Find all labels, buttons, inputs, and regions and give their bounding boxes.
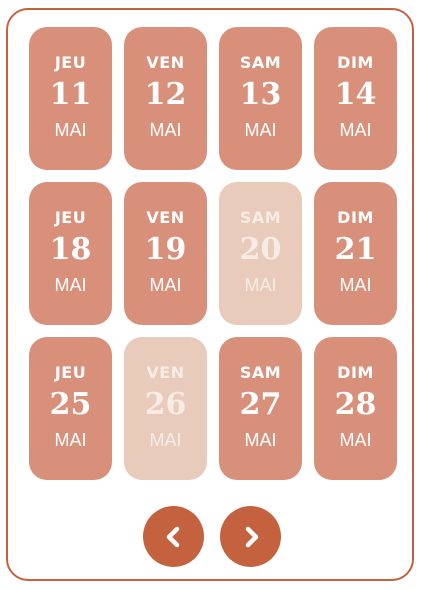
day-card: SAM 20 MAI <box>219 182 302 325</box>
day-weekday-label: VEN <box>146 53 185 72</box>
day-card[interactable]: JEU 25 MAI <box>29 337 112 480</box>
day-number: 19 <box>144 232 187 267</box>
day-weekday-label: JEU <box>54 208 87 227</box>
day-weekday-label: VEN <box>146 363 185 382</box>
day-card[interactable]: DIM 21 MAI <box>314 182 397 325</box>
day-month-label: MAI <box>54 120 87 140</box>
day-month-label: MAI <box>244 430 277 450</box>
day-weekday-label: VEN <box>146 208 185 227</box>
day-number: 20 <box>239 232 282 267</box>
day-weekday-label: JEU <box>54 363 87 382</box>
day-month-label: MAI <box>149 430 182 450</box>
day-month-label: MAI <box>149 275 182 295</box>
chevron-left-icon <box>166 526 179 547</box>
day-weekday-label: SAM <box>239 53 282 72</box>
day-card[interactable]: JEU 18 MAI <box>29 182 112 325</box>
day-weekday-label: DIM <box>337 208 374 227</box>
day-weekday-label: SAM <box>239 208 282 227</box>
day-card[interactable]: DIM 28 MAI <box>314 337 397 480</box>
day-card[interactable]: VEN 12 MAI <box>124 27 207 170</box>
day-number: 11 <box>49 77 92 112</box>
day-weekday-label: DIM <box>337 53 374 72</box>
day-number: 21 <box>334 232 377 267</box>
day-card[interactable]: SAM 27 MAI <box>219 337 302 480</box>
day-month-label: MAI <box>244 275 277 295</box>
day-card[interactable]: VEN 19 MAI <box>124 182 207 325</box>
day-weekday-label: SAM <box>239 363 282 382</box>
day-card[interactable]: JEU 11 MAI <box>29 27 112 170</box>
day-number: 25 <box>49 387 92 422</box>
day-weekday-label: DIM <box>337 363 374 382</box>
day-number: 12 <box>144 77 187 112</box>
day-month-label: MAI <box>244 120 277 140</box>
day-number: 18 <box>49 232 92 267</box>
day-grid: JEU 11 MAI VEN 12 MAI SAM 13 MAI DIM 14 MAI JEU 18 MAI… <box>29 27 397 480</box>
day-month-label: MAI <box>54 275 87 295</box>
chevron-right-icon <box>245 526 258 547</box>
day-weekday-label: JEU <box>54 53 87 72</box>
day-number: 13 <box>239 77 282 112</box>
day-card[interactable]: SAM 13 MAI <box>219 27 302 170</box>
day-month-label: MAI <box>339 430 372 450</box>
day-number: 14 <box>334 77 377 112</box>
day-number: 28 <box>334 387 377 422</box>
day-card[interactable]: DIM 14 MAI <box>314 27 397 170</box>
day-month-label: MAI <box>339 275 372 295</box>
day-month-label: MAI <box>339 120 372 140</box>
day-number: 27 <box>239 387 282 422</box>
day-card: VEN 26 MAI <box>124 337 207 480</box>
frame-notch <box>11 428 17 472</box>
day-month-label: MAI <box>54 430 87 450</box>
previous-week-button[interactable] <box>143 506 204 567</box>
day-month-label: MAI <box>149 120 182 140</box>
day-number: 26 <box>144 387 187 422</box>
next-week-button[interactable] <box>220 506 281 567</box>
